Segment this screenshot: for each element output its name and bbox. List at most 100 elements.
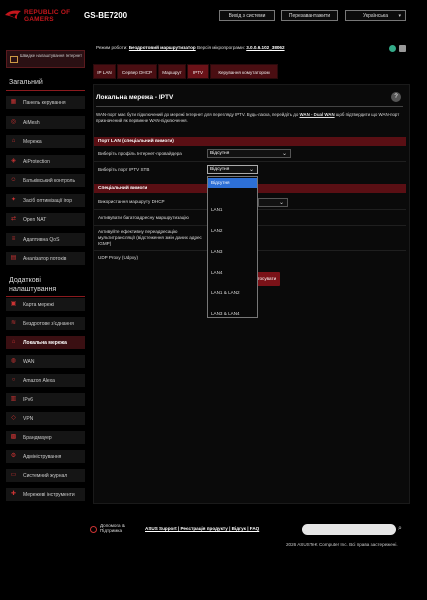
model-name: GS-BE7200 [84, 11, 128, 20]
sidebar-item-globe[interactable]: ◍ WAN [6, 355, 85, 369]
wan-dual-wan-link[interactable]: WAN - Dual WAN [300, 112, 335, 117]
quick-setup-button[interactable]: Швидке налаштування Інтернет [6, 50, 85, 68]
sidebar-item-label: Батьківський контроль [23, 178, 76, 184]
home-icon: ⌂ [11, 339, 16, 345]
shield-icon: ◈ [11, 157, 16, 164]
help-support-link[interactable]: Допомога & Підтримка [100, 523, 140, 533]
log-icon: ▭ [10, 472, 17, 478]
dropdown-option[interactable]: LAN3 & LAN4 [208, 309, 257, 319]
mode-link[interactable]: Бездротовий маршрутизатор [129, 45, 196, 50]
aimesh-icon: ◎ [10, 118, 17, 125]
sidebar-item-label: Локальна мережа [23, 340, 67, 346]
dropdown-option[interactable]: Відсутня [208, 178, 257, 188]
sidebar-item-traffic[interactable]: ▤ Аналізатор потоків [6, 252, 85, 266]
logout-button[interactable]: Вихід з системи [219, 10, 275, 21]
footer-links[interactable]: ASUS Support | Реєстрація продукту | Від… [145, 526, 259, 531]
status-line: Режим роботи: Бездротовий маршрутизатор … [96, 45, 285, 50]
tab-route[interactable]: Маршрут [158, 64, 186, 79]
sidebar-item-tools[interactable]: ✚ Мережеві інструменти [6, 488, 85, 502]
footer-links-text[interactable]: ASUS Support | Реєстрація продукту | Від… [145, 526, 259, 531]
sidebar-item-map[interactable]: ▣ Карта мережі [6, 298, 85, 312]
sidebar-item-dashboard[interactable]: ▦ Панель керування [6, 96, 85, 110]
sidebar-item-game[interactable]: ✦ Засіб оптимізації ігор [6, 193, 85, 208]
language-select[interactable]: Українська [345, 10, 406, 22]
sidebar-item-label: VPN [23, 416, 34, 422]
sidebar-item-label: AiMesh [23, 119, 40, 126]
advanced-title-line2: налаштування [9, 286, 57, 293]
sidebar-item-ipv6[interactable]: ▥ IPv6 [6, 393, 85, 407]
advanced-title-line1: Додаткові [9, 277, 41, 284]
sidebar-item-wireless[interactable]: ≋ Бездротове з'єднання [6, 317, 85, 331]
mode-label: Режим роботи: [96, 45, 128, 50]
dhcp-route-label: Використання маршруту DHCP [98, 199, 165, 204]
sidebar-item-label: Amazon Alexa [23, 378, 55, 384]
parental-icon: ☺ [10, 177, 17, 183]
dashboard-icon: ▦ [10, 99, 17, 105]
tab-dhcp-server[interactable]: Сервер DHCP [117, 64, 157, 79]
dropdown-option[interactable]: LAN2 [208, 226, 257, 236]
sidebar-item-log[interactable]: ▭ Системний журнал [6, 469, 85, 483]
multicast-label: Активувати багатоадресну маршрутизацію [98, 215, 189, 220]
copyright: 2026 ASUSTeK Computer Inc. Всі права зас… [286, 542, 398, 547]
dropdown-option[interactable]: LAN3 [208, 247, 257, 257]
sidebar-item-alexa[interactable]: ○ Amazon Alexa [6, 374, 85, 388]
general-section-title: Загальний [9, 79, 43, 86]
traffic-icon: ▤ [10, 255, 17, 261]
vpn-icon: ◇ [11, 415, 16, 421]
section-lan-port: Порт LAN (спеціальний вимоги) [94, 137, 406, 146]
tab-ip-lan[interactable]: IP LAN [93, 64, 116, 79]
tab-iptv[interactable]: IPTV [187, 64, 209, 79]
sidebar-item-label: Брандмауер [23, 435, 52, 441]
dhcp-route-select[interactable]: ⌄ [258, 198, 288, 207]
udpxy-label: UDP Proxy (Udpxy) [98, 255, 138, 260]
sidebar-item-vpn[interactable]: ◇ VPN [6, 412, 85, 426]
sidebar-item-nat[interactable]: ⇄ Open NAT [6, 213, 85, 227]
dropdown-option[interactable]: LAN1 & LAN2 [208, 288, 257, 298]
sidebar-item-label: Адаптивна QoS [23, 236, 60, 243]
search-input[interactable] [302, 524, 396, 535]
sidebar-item-label: Адміністрування [23, 454, 62, 460]
help-icon[interactable]: ? [391, 92, 401, 102]
sidebar-item-qos[interactable]: ≡ Адаптивна QoS [6, 232, 85, 247]
rog-logo-icon [5, 10, 21, 19]
sidebar-item-label: Open NAT [23, 217, 47, 223]
firmware-link[interactable]: 3.0.0.6.102_38062 [246, 45, 284, 50]
map-icon: ▣ [10, 301, 17, 307]
game-icon: ✦ [10, 196, 17, 203]
dropdown-option[interactable]: LAN1 [208, 205, 257, 215]
wireless-icon: ≋ [10, 320, 17, 326]
isp-profile-select[interactable]: Відсутня ⌄ [207, 149, 291, 158]
dropdown-option[interactable]: LAN4 [208, 268, 257, 278]
brand-line2: GAMERS [24, 16, 54, 23]
sidebar-item-label: Аналізатор потоків [23, 256, 67, 262]
description: WAN-порт має бути підключений до мережі … [96, 112, 402, 124]
sidebar-item-network[interactable]: ⌂ Мережа [6, 135, 85, 149]
search-icon[interactable]: ⌕ [398, 525, 406, 533]
sidebar-item-admin[interactable]: ⚙ Адміністрування [6, 450, 85, 464]
support-icon [90, 526, 97, 533]
chevron-down-icon: ⌄ [248, 167, 254, 173]
divider [94, 161, 406, 162]
tab-switch-control[interactable]: Керування комутатором [210, 64, 278, 79]
isp-profile-label: Виберіть профіль Інтернет-провайдера [98, 151, 182, 156]
sidebar-item-aimesh[interactable]: ◎ AiMesh [6, 115, 85, 130]
divider [96, 106, 403, 107]
divider [6, 296, 85, 297]
wand-icon [10, 56, 18, 63]
sidebar-item-label: Системний журнал [23, 473, 68, 479]
header: REPUBLIC OF GAMERS GS-BE7200 Вихід з сис… [0, 0, 427, 34]
settings-gear-icon[interactable] [399, 45, 406, 52]
desc-text-1: WAN-порт має бути підключений до мережі … [96, 112, 299, 117]
reboot-button[interactable]: Перезавантажити [281, 10, 338, 21]
status-app-icon[interactable] [389, 45, 396, 52]
globe-icon: ◍ [10, 358, 17, 364]
sidebar-item-label: Мережеві інструменти [23, 492, 75, 498]
sidebar-item-firewall[interactable]: ▩ Брандмауер [6, 431, 85, 445]
sidebar-item-label: IPv6 [23, 397, 34, 403]
sidebar-item-label: Панель керування [23, 100, 66, 106]
sidebar-item-home[interactable]: ⌂ Локальна мережа [6, 336, 85, 350]
sidebar-item-label: WAN [23, 359, 35, 365]
sidebar-item-shield[interactable]: ◈ AiProtection [6, 154, 85, 169]
stb-port-select[interactable]: Відсутня ⌄ [207, 165, 258, 174]
sidebar-item-parental[interactable]: ☺ Батьківський контроль [6, 174, 85, 188]
